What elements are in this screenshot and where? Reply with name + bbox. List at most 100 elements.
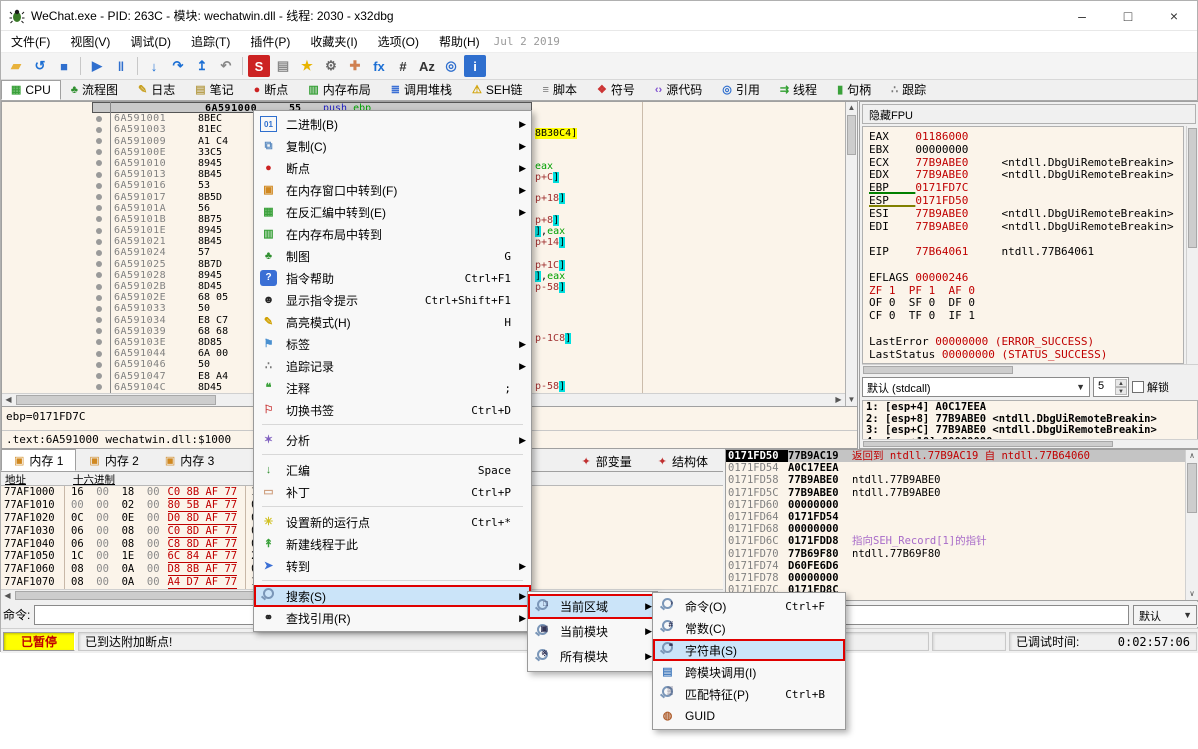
execute-till-return-icon[interactable]: ↥ bbox=[191, 55, 213, 77]
scroll-left-arrow[interactable]: ◀ bbox=[1, 590, 14, 601]
menubar-item-O[interactable]: 选项(O) bbox=[368, 31, 429, 53]
tab-笔记[interactable]: ▤笔记 bbox=[185, 80, 243, 100]
breakpoint-dot[interactable] bbox=[96, 250, 102, 256]
menubar-item-T[interactable]: 追踪(T) bbox=[181, 31, 240, 53]
menu-assemble[interactable]: ↓汇编Space bbox=[254, 459, 531, 481]
arguments-hscrollbar[interactable] bbox=[862, 439, 1198, 448]
breakpoint-dot[interactable] bbox=[96, 362, 102, 368]
scroll-up-arrow[interactable]: ▲ bbox=[846, 102, 857, 114]
scroll-down-arrow[interactable]: ▼ bbox=[846, 394, 857, 406]
breakpoint-dot[interactable] bbox=[96, 295, 102, 301]
tab-内存布局[interactable]: ▥内存布局 bbox=[298, 80, 380, 100]
menu-current-module[interactable]: ▣当前模块▶ bbox=[528, 619, 657, 644]
menu-instruction-help[interactable]: ?指令帮助Ctrl+F1 bbox=[254, 267, 531, 289]
menubar-item-P[interactable]: 插件(P) bbox=[240, 31, 300, 53]
menu-label[interactable]: ⚑标签▶ bbox=[254, 333, 531, 355]
breakpoint-dot[interactable] bbox=[96, 116, 102, 122]
breakpoint-dot[interactable] bbox=[96, 384, 102, 390]
menu-search-strings[interactable]: ❝字符串(S) bbox=[653, 639, 845, 661]
search-icon[interactable]: ◎ bbox=[440, 55, 462, 77]
scroll-down-arrow[interactable]: ∨ bbox=[1186, 588, 1198, 600]
breakpoint-dot[interactable] bbox=[96, 160, 102, 166]
tab-日志[interactable]: ✎日志 bbox=[128, 80, 185, 100]
menu-show-mnemonic-brief[interactable]: ☻显示指令提示Ctrl+Shift+F1 bbox=[254, 289, 531, 311]
menubar-item-I[interactable]: 收藏夹(I) bbox=[300, 31, 367, 53]
stack-row[interactable]: 0171FD5C77B9ABE0ntdll.77B9ABE0 bbox=[726, 487, 1198, 499]
menu-new-thread-here[interactable]: ↟新建线程于此 bbox=[254, 533, 531, 555]
stack-row[interactable]: 0171FD5877B9ABE0ntdll.77B9ABE0 bbox=[726, 474, 1198, 486]
breakpoint-dot[interactable] bbox=[96, 317, 102, 323]
calculator-fx-icon[interactable]: fx bbox=[368, 55, 390, 77]
menu-find-references[interactable]: ⚭查找引用(R)▶ bbox=[254, 607, 531, 629]
menu-search-command[interactable]: ›命令(O)Ctrl+F bbox=[653, 595, 845, 617]
tab-跟踪[interactable]: ∴跟踪 bbox=[881, 80, 936, 100]
stack-row[interactable]: 0171FD6C0171FDD8指向SEH_Record[1]的指针 bbox=[726, 535, 1198, 547]
tab-内存2[interactable]: ▣内存 2 bbox=[76, 449, 151, 471]
tab-符号[interactable]: ❖符号 bbox=[587, 80, 645, 100]
menu-search-intermodular-calls[interactable]: ▤跨模块调用(I) bbox=[653, 661, 845, 683]
breakpoint-dot[interactable] bbox=[96, 339, 102, 345]
menu-trace-record[interactable]: ∴追踪记录▶ bbox=[254, 355, 531, 377]
command-profile-select[interactable]: 默认 ▼ bbox=[1133, 605, 1197, 625]
scroll-thumb[interactable] bbox=[1188, 128, 1197, 248]
breakpoint-dot[interactable] bbox=[96, 261, 102, 267]
registers-hscrollbar[interactable] bbox=[862, 364, 1198, 375]
menu-all-modules[interactable]: ※所有模块▶ bbox=[528, 644, 657, 669]
breakpoint-dot[interactable] bbox=[96, 272, 102, 278]
tab-SEH链[interactable]: ⚠SEH链 bbox=[462, 80, 533, 100]
scroll-thumb[interactable] bbox=[15, 591, 275, 600]
menu-current-region[interactable]: □当前区域▶ bbox=[528, 594, 657, 619]
breakpoint-dot[interactable] bbox=[96, 373, 102, 379]
menu-binary[interactable]: 01二进制(B)▶ bbox=[254, 113, 531, 135]
stack-row[interactable]: 0171FD5077B9AC19返回到 ntdll.77B9AC19 自 ntd… bbox=[726, 450, 1198, 462]
scroll-thumb[interactable] bbox=[847, 115, 856, 155]
stack-row[interactable]: 0171FD6000000000 bbox=[726, 499, 1198, 511]
menu-highlight-mode[interactable]: ✎高亮模式(H)H bbox=[254, 311, 531, 333]
breakpoint-dot[interactable] bbox=[96, 284, 102, 290]
menubar-item-F[interactable]: 文件(F) bbox=[1, 31, 60, 53]
stack-row[interactable]: 0171FD7800000000 bbox=[726, 572, 1198, 584]
menu-copy[interactable]: ⧉复制(C)▶ bbox=[254, 135, 531, 157]
stack-vscrollbar[interactable]: ∧ ∨ bbox=[1185, 450, 1198, 600]
patch-icon[interactable]: ✚ bbox=[344, 55, 366, 77]
menu-search-constant[interactable]: #常数(C) bbox=[653, 617, 845, 639]
stack-row[interactable]: 0171FD6800000000 bbox=[726, 523, 1198, 535]
menubar-item-H[interactable]: 帮助(H) bbox=[429, 31, 490, 53]
menu-analysis[interactable]: ✶分析▶ bbox=[254, 429, 531, 451]
scroll-thumb[interactable] bbox=[863, 366, 1013, 374]
stack-row[interactable]: 0171FD640171FD54 bbox=[726, 511, 1198, 523]
tab-脚本[interactable]: ≡脚本 bbox=[533, 80, 587, 100]
hash-icon[interactable]: # bbox=[392, 55, 414, 77]
menu-goto[interactable]: ➤转到▶ bbox=[254, 555, 531, 577]
tab-源代码[interactable]: ‹›源代码 bbox=[645, 80, 712, 100]
close-button[interactable]: × bbox=[1151, 1, 1197, 31]
tab-部变量[interactable]: ✦部变量 bbox=[569, 450, 645, 472]
hex-column-header[interactable]: 十六进制 bbox=[65, 472, 115, 485]
breakpoint-dot[interactable] bbox=[96, 328, 102, 334]
spin-up-icon[interactable]: ▲ bbox=[1115, 379, 1127, 387]
favourites-icon[interactable]: ★ bbox=[296, 55, 318, 77]
menu-search-pattern[interactable]: ▒匹配特征(P)Ctrl+B bbox=[653, 683, 845, 705]
scroll-left-arrow[interactable]: ◀ bbox=[2, 394, 15, 406]
scroll-thumb[interactable] bbox=[863, 441, 1113, 447]
stack-row[interactable]: 0171FD74D60FE6D6 bbox=[726, 560, 1198, 572]
disasm-vscrollbar[interactable]: ▲ ▼ bbox=[845, 102, 857, 406]
stop-icon[interactable]: ■ bbox=[53, 55, 75, 77]
menu-follow-disasm[interactable]: ▦在反汇编中转到(E)▶ bbox=[254, 201, 531, 223]
breakpoint-dot[interactable] bbox=[96, 172, 102, 178]
argument-count-spinner[interactable]: 5 ▲ ▼ bbox=[1093, 377, 1129, 397]
calling-convention-select[interactable]: 默认 (stdcall) ▼ bbox=[862, 377, 1090, 397]
settings-gear-icon[interactable]: ⚙ bbox=[320, 55, 342, 77]
registers-vscrollbar[interactable] bbox=[1186, 126, 1198, 364]
tab-断点[interactable]: ●断点 bbox=[244, 80, 299, 100]
stack-pane[interactable]: 0171FD5077B9AC19返回到 ntdll.77B9AC19 自 ntd… bbox=[725, 449, 1198, 601]
unlock-checkbox[interactable] bbox=[1132, 381, 1144, 393]
scroll-right-arrow[interactable]: ▶ bbox=[832, 394, 845, 406]
step-back-icon[interactable]: ↶ bbox=[215, 55, 237, 77]
about-icon[interactable]: i bbox=[464, 55, 486, 77]
log-icon[interactable]: ▤ bbox=[272, 55, 294, 77]
tab-内存1[interactable]: ▣内存 1 bbox=[1, 449, 76, 471]
breakpoint-dot[interactable] bbox=[96, 239, 102, 245]
menu-search[interactable]: 搜索(S)▶ bbox=[254, 585, 531, 607]
scroll-thumb[interactable] bbox=[16, 395, 216, 405]
